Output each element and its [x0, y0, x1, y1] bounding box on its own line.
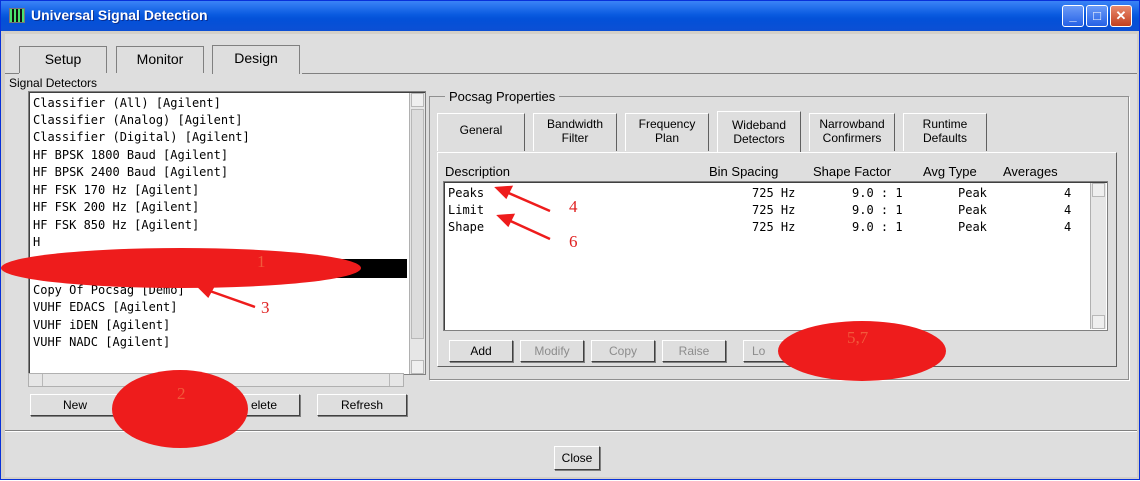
tab-design[interactable]: Design [212, 45, 300, 74]
arrow-3-head [195, 285, 216, 299]
application-window: Universal Signal Detection _ □ ✕ Setup M… [0, 0, 1140, 480]
annotation-arrows [195, 185, 551, 309]
arrow-6 [505, 217, 551, 241]
arrow-6-head [496, 213, 516, 228]
arrow-3 [206, 288, 256, 309]
arrow-4 [503, 189, 551, 213]
arrow-4-head [494, 185, 514, 200]
